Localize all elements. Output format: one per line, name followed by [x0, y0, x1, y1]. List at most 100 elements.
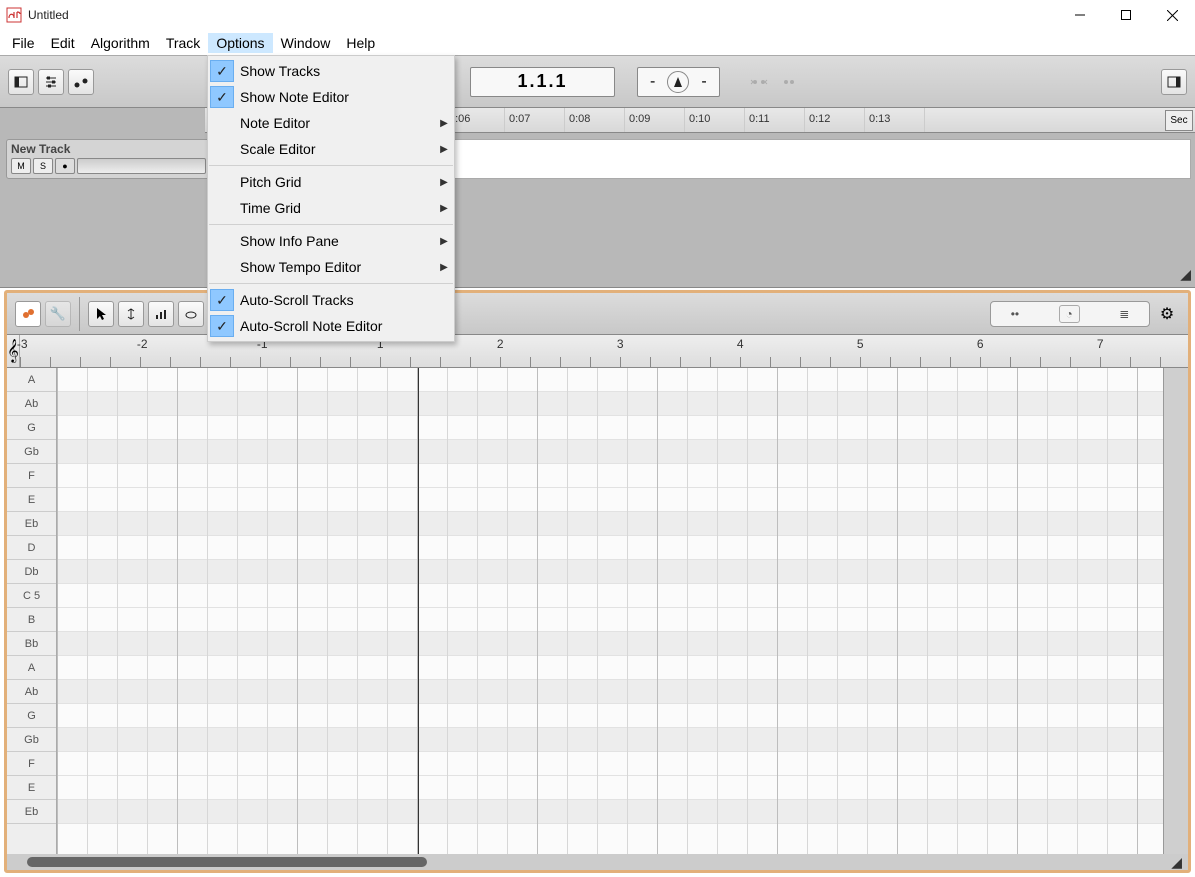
note-grid[interactable] [57, 368, 1163, 854]
grid-row[interactable] [57, 368, 1163, 392]
check-icon: ✓ [210, 315, 234, 337]
menuitem-auto-scroll-tracks[interactable]: ✓Auto-Scroll Tracks [208, 287, 454, 313]
snap-tool2-icon[interactable] [776, 69, 802, 95]
stretch-tool-icon[interactable] [118, 301, 144, 327]
grid-row[interactable] [57, 536, 1163, 560]
menu-help[interactable]: Help [338, 33, 383, 53]
key-Db[interactable]: Db [7, 560, 56, 584]
note-tool-icon[interactable] [178, 301, 204, 327]
menuitem-pitch-grid[interactable]: Pitch Grid▶ [208, 169, 454, 195]
menu-file[interactable]: File [4, 33, 43, 53]
sliders-icon[interactable] [38, 69, 64, 95]
key-E[interactable]: E [7, 776, 56, 800]
track-name[interactable]: New Track [11, 142, 206, 156]
check-icon: ✓ [210, 60, 234, 82]
grid-row[interactable] [57, 512, 1163, 536]
ruler-tick: 0:07 [505, 108, 565, 132]
key-A[interactable]: A [7, 368, 56, 392]
maximize-button[interactable] [1103, 0, 1149, 30]
key-D[interactable]: D [7, 536, 56, 560]
key-F[interactable]: F [7, 464, 56, 488]
key-Eb[interactable]: Eb [7, 512, 56, 536]
key-F[interactable]: F [7, 752, 56, 776]
menuitem-label: Note Editor [236, 115, 434, 131]
snap-tool-icon[interactable] [746, 69, 772, 95]
panel-toggle-right-icon[interactable] [1161, 69, 1187, 95]
key-A[interactable]: A [7, 656, 56, 680]
grid-row[interactable] [57, 752, 1163, 776]
grid-row[interactable] [57, 584, 1163, 608]
pointer-tool-icon[interactable] [88, 301, 114, 327]
velocity-tool-icon[interactable] [148, 301, 174, 327]
key-C5[interactable]: C 5 [7, 584, 56, 608]
grid-row[interactable] [57, 440, 1163, 464]
ruler-unit-button[interactable]: Sec [1165, 110, 1193, 131]
tempo-box[interactable]: - - [637, 67, 720, 97]
scroll-thumb[interactable] [27, 857, 427, 867]
grid-row[interactable] [57, 392, 1163, 416]
grid-row[interactable] [57, 632, 1163, 656]
piano-keys[interactable]: AAbGGbFEEbDDbC 5BBbAAbGGbFEEb [7, 368, 57, 854]
grid-row[interactable] [57, 608, 1163, 632]
grid-row[interactable] [57, 488, 1163, 512]
grid-row[interactable] [57, 416, 1163, 440]
mute-button[interactable]: M [11, 158, 31, 174]
menuitem-scale-editor[interactable]: Scale Editor▶ [208, 136, 454, 162]
grid-row[interactable] [57, 680, 1163, 704]
menuitem-label: Auto-Scroll Tracks [236, 292, 454, 308]
panel-toggle-left-icon[interactable] [8, 69, 34, 95]
key-E[interactable]: E [7, 488, 56, 512]
tempo-left: - [650, 73, 655, 91]
key-Ab[interactable]: Ab [7, 680, 56, 704]
key-Gb[interactable]: Gb [7, 728, 56, 752]
minimize-button[interactable] [1057, 0, 1103, 30]
menu-edit[interactable]: Edit [43, 33, 83, 53]
menu-options[interactable]: Options [208, 33, 272, 53]
metronome-icon[interactable] [667, 71, 689, 93]
grid-row[interactable] [57, 704, 1163, 728]
menu-algorithm[interactable]: Algorithm [83, 33, 158, 53]
bar-label: 7 [1100, 335, 1191, 367]
grid-row[interactable] [57, 656, 1163, 680]
menuitem-time-grid[interactable]: Time Grid▶ [208, 195, 454, 221]
menuitem-show-info-pane[interactable]: Show Info Pane▶ [208, 228, 454, 254]
track-volume-slider[interactable] [77, 158, 206, 174]
note-ruler[interactable]: 𝄞 -3-2-11234567 ♪ [7, 335, 1188, 368]
link-tool-icon[interactable] [15, 301, 41, 327]
notes-icon[interactable] [68, 69, 94, 95]
ruler-tick: 0:11 [745, 108, 805, 132]
menu-window[interactable]: Window [273, 33, 339, 53]
track-header[interactable]: New Track M S ● [6, 139, 211, 179]
position-display[interactable]: 1.1.1 [470, 67, 615, 97]
key-G[interactable]: G [7, 704, 56, 728]
resize-handle-icon[interactable]: ◢ [1171, 854, 1182, 871]
key-Bb[interactable]: Bb [7, 632, 56, 656]
menuitem-show-tempo-editor[interactable]: Show Tempo Editor▶ [208, 254, 454, 280]
solo-button[interactable]: S [33, 158, 53, 174]
grid-row[interactable] [57, 776, 1163, 800]
horizontal-scrollbar[interactable]: ◢ [7, 854, 1188, 870]
menuitem-note-editor[interactable]: Note Editor▶ [208, 110, 454, 136]
options-dropdown: ✓Show Tracks✓Show Note EditorNote Editor… [207, 55, 455, 342]
key-G[interactable]: G [7, 416, 56, 440]
wrench-icon[interactable]: 🔧 [45, 301, 71, 327]
grid-row[interactable] [57, 800, 1163, 824]
grid-row[interactable] [57, 728, 1163, 752]
menu-track[interactable]: Track [158, 33, 208, 53]
record-button[interactable]: ● [55, 158, 75, 174]
close-button[interactable] [1149, 0, 1195, 30]
view-dots-icon: •• [1011, 307, 1019, 321]
menuitem-show-tracks[interactable]: ✓Show Tracks [208, 58, 454, 84]
grid-row[interactable] [57, 560, 1163, 584]
resize-handle-icon[interactable]: ◢ [1180, 266, 1191, 283]
view-selector[interactable]: •• ◔ ≣ [990, 301, 1150, 327]
key-Eb[interactable]: Eb [7, 800, 56, 824]
key-Gb[interactable]: Gb [7, 440, 56, 464]
grid-row[interactable] [57, 464, 1163, 488]
menuitem-show-note-editor[interactable]: ✓Show Note Editor [208, 84, 454, 110]
settings-gear-icon[interactable]: ⚙ [1154, 301, 1180, 327]
menuitem-auto-scroll-note-editor[interactable]: ✓Auto-Scroll Note Editor [208, 313, 454, 339]
key-B[interactable]: B [7, 608, 56, 632]
vertical-scrollbar[interactable] [1163, 368, 1188, 854]
key-Ab[interactable]: Ab [7, 392, 56, 416]
